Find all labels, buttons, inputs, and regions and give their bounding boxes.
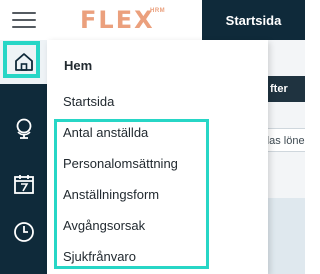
- background-panel: [266, 198, 305, 274]
- menu-item-sjukfranvaro[interactable]: Sjukfrånvaro: [63, 249, 136, 264]
- sidebar-item-clock[interactable]: [0, 210, 47, 254]
- sidebar-item-calendar[interactable]: [0, 162, 47, 206]
- clock-icon: [13, 222, 34, 242]
- filter-button-partial[interactable]: fter: [266, 76, 305, 102]
- startsida-tab-label: Startsida: [225, 12, 282, 28]
- top-header: FLEX HRM Startsida: [0, 0, 305, 41]
- menu-item-anstallningsform[interactable]: Anställningsform: [63, 187, 159, 202]
- home-dropdown-menu: Hem Startsida Antal anställda Personalom…: [47, 40, 268, 274]
- home-icon: [14, 53, 33, 71]
- menu-heading: Hem: [64, 58, 93, 73]
- calendar-icon: [13, 175, 34, 194]
- menu-item-startsida[interactable]: Startsida: [63, 94, 114, 109]
- menu-item-antal-anstallda[interactable]: Antal anställda: [63, 125, 148, 140]
- hamburger-menu-icon[interactable]: [12, 12, 36, 28]
- flex-logo: FLEX: [80, 6, 155, 34]
- left-sidebar: [0, 40, 47, 274]
- startsida-tab[interactable]: Startsida: [202, 0, 305, 40]
- globe-icon: [16, 118, 31, 139]
- menu-item-avgangsorsak[interactable]: Avgångsorsak: [63, 218, 145, 233]
- sidebar-item-home[interactable]: [0, 40, 47, 84]
- sidebar-item-globe[interactable]: [0, 106, 47, 150]
- logo-hrm-label: HRM: [150, 8, 166, 14]
- menu-item-personalomsattning[interactable]: Personalomsättning: [63, 156, 178, 171]
